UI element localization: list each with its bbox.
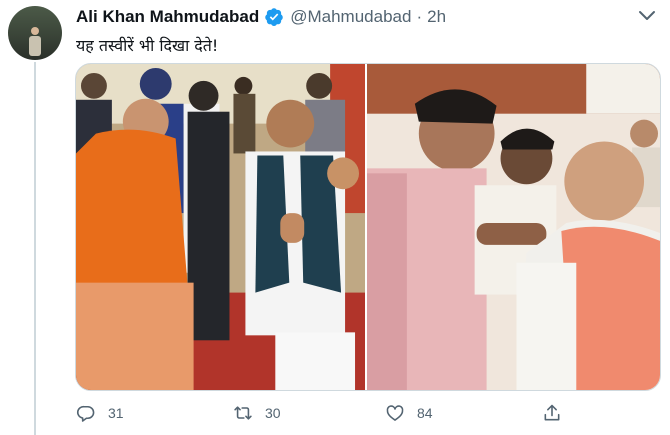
avatar-figure	[29, 27, 41, 56]
retweet-count: 30	[265, 405, 281, 421]
photo-left-image	[76, 64, 365, 390]
tweet-header: Ali Khan Mahmudabad @Mahmudabad · 2h	[76, 6, 446, 28]
thread-line	[34, 62, 36, 435]
verified-badge-icon	[265, 8, 283, 26]
reply-count: 31	[108, 405, 124, 421]
media-grid	[75, 63, 661, 391]
author-handle[interactable]: @Mahmudabad	[290, 7, 411, 27]
like-icon	[386, 405, 404, 421]
separator-dot: ·	[416, 7, 423, 26]
share-icon	[544, 404, 560, 421]
tweet-card[interactable]: Ali Khan Mahmudabad @Mahmudabad · 2h यह …	[0, 0, 670, 435]
photo-right[interactable]	[367, 64, 660, 390]
like-button[interactable]: 84	[385, 403, 433, 423]
reply-button[interactable]: 31	[76, 403, 124, 423]
author-name[interactable]: Ali Khan Mahmudabad	[76, 7, 259, 27]
photo-right-image	[367, 64, 660, 390]
share-button[interactable]	[542, 403, 574, 423]
more-caret-icon[interactable]	[638, 10, 656, 22]
avatar[interactable]	[8, 6, 62, 60]
action-bar: 31 30 84	[76, 403, 566, 425]
like-count: 84	[417, 405, 433, 421]
tweet-text: यह तस्वीरें भी दिखा देते!	[76, 36, 219, 55]
retweet-button[interactable]: 30	[233, 403, 281, 423]
retweet-icon	[234, 406, 252, 420]
reply-icon	[76, 405, 95, 422]
tweet-timestamp[interactable]: 2h	[427, 7, 446, 27]
photo-left[interactable]	[76, 64, 365, 390]
